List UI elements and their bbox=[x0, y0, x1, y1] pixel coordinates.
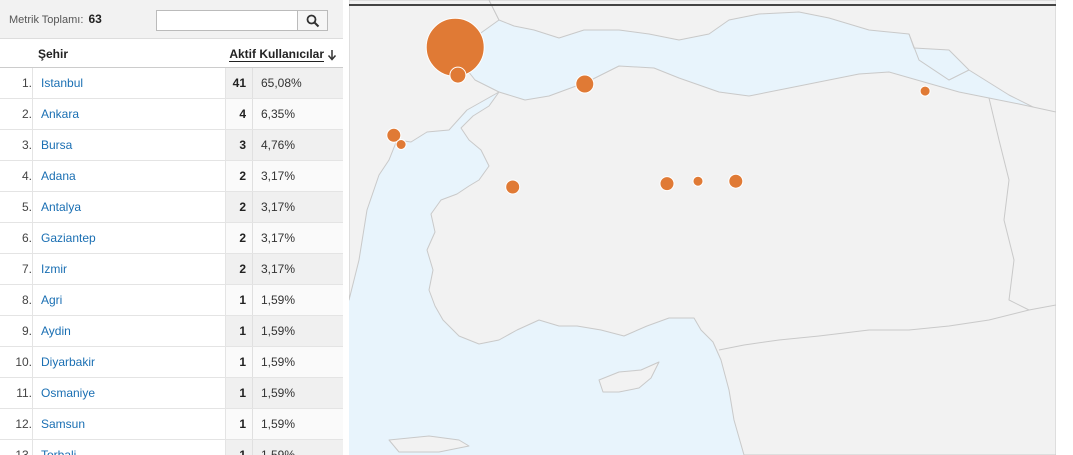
geo-map[interactable] bbox=[349, 0, 1056, 455]
row-percentage: 3,17% bbox=[253, 223, 343, 253]
row-city-link[interactable]: Osmaniye bbox=[41, 378, 95, 408]
row-percentage: 1,59% bbox=[253, 440, 343, 455]
row-active-users: 1 bbox=[225, 440, 253, 455]
city-bubble-torbali[interactable] bbox=[395, 139, 407, 150]
row-index: 7. bbox=[0, 254, 33, 284]
table-row: 3. Bursa 3 4,76% bbox=[0, 130, 343, 161]
row-city-link[interactable]: Gaziantep bbox=[41, 223, 96, 253]
metric-total: Metrik Toplamı: 63 bbox=[9, 12, 102, 26]
city-bubble-osmaniye[interactable] bbox=[692, 175, 704, 187]
row-active-users: 4 bbox=[225, 99, 253, 129]
row-index: 5. bbox=[0, 192, 33, 222]
row-active-users: 1 bbox=[225, 378, 253, 408]
row-percentage: 1,59% bbox=[253, 347, 343, 377]
table-header: Şehir Aktif Kullanıcılar bbox=[0, 39, 343, 68]
row-index: 9. bbox=[0, 316, 33, 346]
row-index: 8. bbox=[0, 285, 33, 315]
city-bubble-gaziantep[interactable] bbox=[728, 173, 744, 189]
row-percentage: 1,59% bbox=[253, 285, 343, 315]
row-percentage: 65,08% bbox=[253, 68, 343, 98]
table-row: 11. Osmaniye 1 1,59% bbox=[0, 378, 343, 409]
row-city-link[interactable]: Ankara bbox=[41, 99, 79, 129]
metric-total-value: 63 bbox=[88, 12, 102, 26]
table-row: 10. Diyarbakir 1 1,59% bbox=[0, 347, 343, 378]
row-percentage: 4,76% bbox=[253, 130, 343, 160]
row-index: 10. bbox=[0, 347, 33, 377]
report-table-panel: Metrik Toplamı: 63 Şehir Aktif Kullanıcı… bbox=[0, 0, 343, 455]
row-city-link[interactable]: Antalya bbox=[41, 192, 81, 222]
row-percentage: 1,59% bbox=[253, 316, 343, 346]
table-row: 1. Istanbul 41 65,08% bbox=[0, 68, 343, 99]
row-city-link[interactable]: Samsun bbox=[41, 409, 85, 439]
row-active-users: 1 bbox=[225, 285, 253, 315]
row-active-users: 2 bbox=[225, 223, 253, 253]
city-bubble-ankara[interactable] bbox=[575, 74, 595, 94]
row-index: 6. bbox=[0, 223, 33, 253]
search-button[interactable] bbox=[298, 10, 328, 31]
turkey-map-canvas[interactable] bbox=[349, 0, 1056, 455]
metric-total-label: Metrik Toplamı: bbox=[9, 14, 84, 26]
row-index: 3. bbox=[0, 130, 33, 160]
row-percentage: 1,59% bbox=[253, 378, 343, 408]
row-city-link[interactable]: Adana bbox=[41, 161, 76, 191]
row-active-users: 2 bbox=[225, 161, 253, 191]
table-row: 13. Torbali 1 1,59% bbox=[0, 440, 343, 455]
row-percentage: 1,59% bbox=[253, 409, 343, 439]
city-bubble-bursa[interactable] bbox=[449, 66, 467, 84]
row-city-link[interactable]: Torbali bbox=[41, 440, 76, 455]
row-active-users: 3 bbox=[225, 130, 253, 160]
row-index: 4. bbox=[0, 161, 33, 191]
row-index: 11. bbox=[0, 378, 33, 408]
row-city-link[interactable]: Bursa bbox=[41, 130, 72, 160]
row-active-users: 1 bbox=[225, 409, 253, 439]
page-right-margin bbox=[1056, 0, 1073, 455]
sort-desc-arrow-icon bbox=[327, 49, 337, 61]
row-active-users: 2 bbox=[225, 192, 253, 222]
table-row: 4. Adana 2 3,17% bbox=[0, 161, 343, 192]
search-input[interactable] bbox=[156, 10, 298, 31]
city-bubble-agri[interactable] bbox=[919, 85, 931, 97]
column-header-active-users[interactable]: Aktif Kullanıcılar bbox=[229, 47, 337, 62]
search-icon bbox=[306, 14, 319, 27]
row-index: 1. bbox=[0, 68, 33, 98]
map-top-border bbox=[349, 4, 1056, 6]
row-index: 12. bbox=[0, 409, 33, 439]
table-row: 7. Izmir 2 3,17% bbox=[0, 254, 343, 285]
row-index: 2. bbox=[0, 99, 33, 129]
table-row: 5. Antalya 2 3,17% bbox=[0, 192, 343, 223]
row-city-link[interactable]: Agri bbox=[41, 285, 62, 315]
row-active-users: 1 bbox=[225, 347, 253, 377]
table-body: 1. Istanbul 41 65,08% 2. Ankara 4 6,35% 3. Bursa 3… bbox=[0, 68, 343, 455]
row-city-link[interactable]: Istanbul bbox=[41, 68, 83, 98]
table-row: 6. Gaziantep 2 3,17% bbox=[0, 223, 343, 254]
city-bubble-adana[interactable] bbox=[659, 176, 675, 192]
row-percentage: 3,17% bbox=[253, 254, 343, 284]
row-active-users: 41 bbox=[225, 68, 253, 98]
panel-divider bbox=[343, 0, 348, 455]
row-city-link[interactable]: Izmir bbox=[41, 254, 67, 284]
row-index: 13. bbox=[0, 440, 33, 455]
table-row: 12. Samsun 1 1,59% bbox=[0, 409, 343, 440]
row-active-users: 2 bbox=[225, 254, 253, 284]
row-percentage: 3,17% bbox=[253, 192, 343, 222]
table-row: 9. Aydin 1 1,59% bbox=[0, 316, 343, 347]
column-header-active-users-label: Aktif Kullanıcılar bbox=[229, 47, 324, 62]
column-header-city[interactable]: Şehir bbox=[38, 47, 68, 61]
table-row: 8. Agri 1 1,59% bbox=[0, 285, 343, 316]
city-bubble-antalya[interactable] bbox=[505, 179, 521, 195]
table-toolbar: Metrik Toplamı: 63 bbox=[0, 0, 343, 39]
table-row: 2. Ankara 4 6,35% bbox=[0, 99, 343, 130]
row-city-link[interactable]: Diyarbakir bbox=[41, 347, 95, 377]
row-active-users: 1 bbox=[225, 316, 253, 346]
row-city-link[interactable]: Aydin bbox=[41, 316, 71, 346]
row-percentage: 3,17% bbox=[253, 161, 343, 191]
row-percentage: 6,35% bbox=[253, 99, 343, 129]
